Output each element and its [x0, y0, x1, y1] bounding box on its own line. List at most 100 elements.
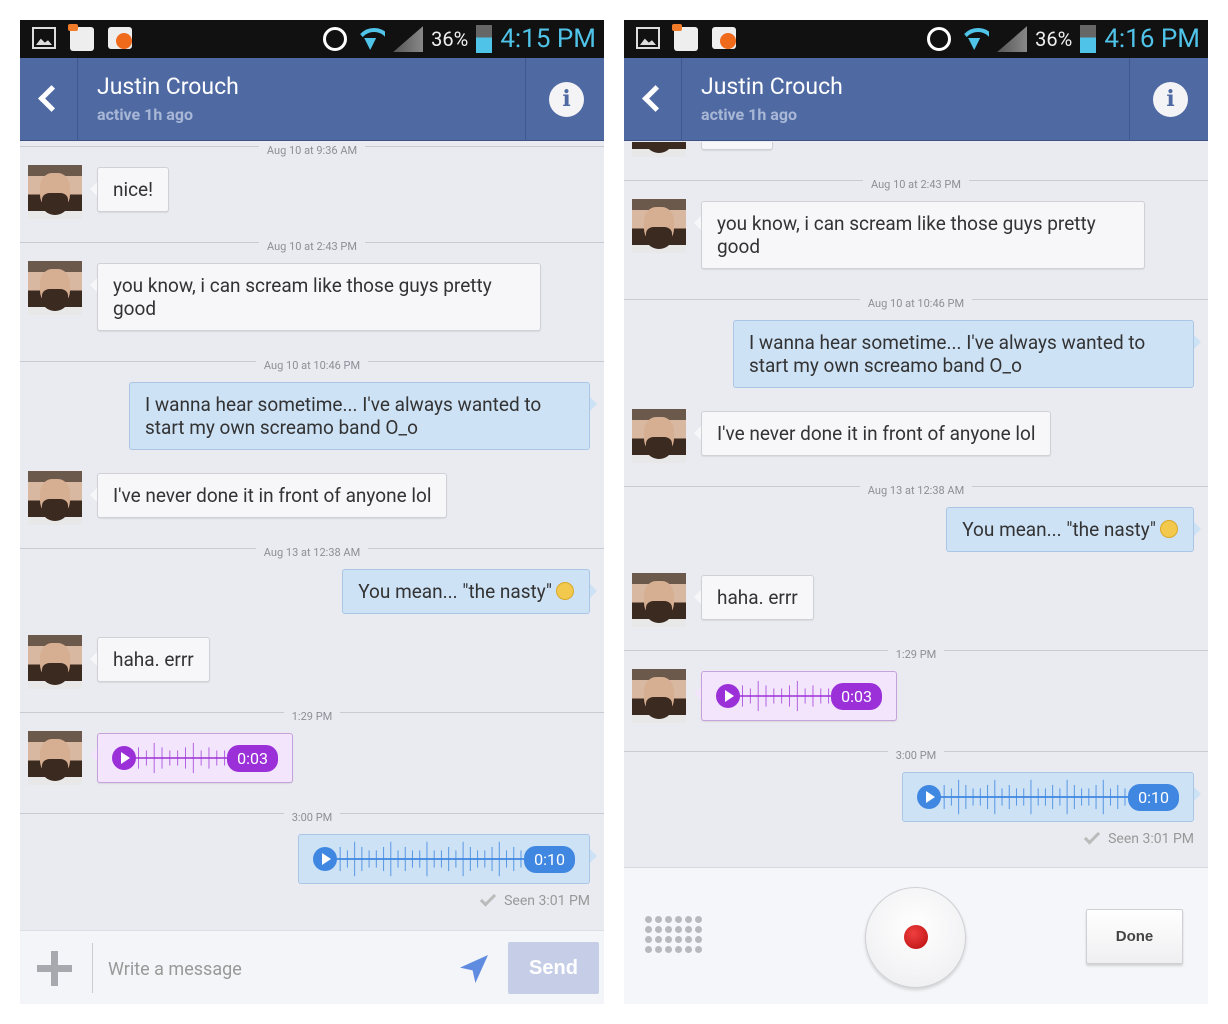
timestamp-divider: Aug 13 at 12:38 AM [20, 541, 604, 559]
seen-text: Seen 3:01 PM [504, 893, 590, 909]
message-text: You mean... "the nasty" [962, 518, 1156, 541]
dot [655, 916, 662, 923]
received-message: nice! [20, 165, 604, 219]
phone-screen-right: 36% 4:16 PM Justin Crouch active 1h ago … [624, 20, 1208, 1004]
message-text: haha. errr [113, 648, 194, 671]
back-button[interactable] [20, 58, 78, 141]
timestamp: 3:00 PM [283, 811, 341, 824]
play-icon[interactable] [112, 746, 136, 770]
wifi-icon [959, 28, 989, 50]
received-message: 0:03 [624, 669, 1208, 723]
message-text: I've never done it in front of anyone lo… [717, 422, 1036, 445]
battery-percent: 36% [431, 27, 469, 51]
voice-duration: 0:10 [524, 845, 575, 873]
message-text: I've never done it in front of anyone lo… [113, 484, 432, 507]
dot [675, 926, 682, 933]
alarm-icon [927, 27, 952, 51]
message-notification-icon [712, 27, 736, 49]
app-notification-icon [68, 24, 94, 51]
play-icon[interactable] [917, 785, 941, 809]
dot [695, 936, 702, 943]
dot [655, 946, 662, 953]
received-message: haha. errr [624, 573, 1208, 627]
timestamp: Aug 10 at 9:36 AM [258, 144, 366, 157]
dot [655, 926, 662, 933]
message-bubble: nice! [701, 142, 774, 150]
timestamp-divider: 1:29 PM [624, 643, 1208, 661]
dot [675, 946, 682, 953]
message-text: I wanna hear sometime... I've always wan… [749, 331, 1146, 377]
message-input[interactable] [106, 949, 446, 989]
send-button[interactable]: Send [508, 942, 599, 994]
voice-message[interactable]: 0:03 [90, 733, 293, 783]
message-bubble: I've never done it in front of anyone lo… [89, 473, 448, 518]
message-bubble: haha. errr [694, 575, 814, 620]
message-text: I wanna hear sometime... I've always wan… [145, 393, 542, 439]
voice-duration: 0:03 [227, 744, 278, 772]
seen-receipt: Seen 3:01 PM [20, 890, 604, 909]
voice-duration: 0:03 [831, 682, 882, 710]
message-list[interactable]: Aug 10 at 9:36 AM nice! Aug 10 at 2:43 PM y… [20, 142, 604, 930]
play-icon[interactable] [313, 847, 337, 871]
timestamp: 1:29 PM [887, 648, 945, 661]
avatar[interactable] [28, 261, 82, 315]
dot [645, 946, 652, 953]
dot [655, 936, 662, 943]
info-button[interactable]: i [1129, 58, 1208, 141]
status-time: 4:15 PM [500, 24, 596, 54]
avatar[interactable] [28, 471, 82, 525]
app-notification-icon [672, 24, 698, 51]
location-icon[interactable] [460, 955, 488, 983]
wifi-icon [355, 28, 385, 50]
dot [645, 936, 652, 943]
sent-message: You mean... "the nasty" [20, 569, 604, 614]
seen-text: Seen 3:01 PM [1108, 831, 1194, 847]
message-bubble: nice! [89, 167, 170, 212]
sent-message: I wanna hear sometime... I've always wan… [624, 320, 1208, 388]
weary-face-icon [556, 582, 574, 600]
received-message: I've never done it in front of anyone lo… [624, 409, 1208, 463]
status-time: 4:16 PM [1104, 24, 1200, 54]
check-icon [479, 890, 497, 907]
dot [675, 916, 682, 923]
received-message: nice! [624, 142, 1208, 157]
message-bubble: I've never done it in front of anyone lo… [693, 411, 1052, 456]
message-notification-icon [108, 27, 132, 49]
dot [665, 916, 672, 923]
add-attachment-button[interactable] [37, 951, 72, 986]
message-bubble: I wanna hear sometime... I've always wan… [733, 320, 1201, 388]
received-message: haha. errr [20, 635, 604, 689]
timestamp-divider: Aug 13 at 12:38 AM [624, 479, 1208, 497]
back-button[interactable] [624, 58, 682, 141]
avatar[interactable] [632, 573, 686, 627]
message-list[interactable]: Aug 10 at 9:36 AMnice!Aug 10 at 2:43 PMy… [624, 142, 1208, 867]
avatar[interactable] [28, 165, 82, 219]
avatar[interactable] [28, 635, 82, 689]
message-text: haha. errr [717, 586, 798, 609]
battery-icon [476, 25, 493, 53]
voice-message[interactable]: 0:10 [902, 772, 1201, 822]
avatar[interactable] [632, 409, 686, 463]
received-message: I've never done it in front of anyone lo… [20, 471, 604, 525]
avatar[interactable] [632, 669, 686, 723]
voice-message[interactable]: 0:03 [694, 671, 897, 721]
avatar[interactable] [28, 731, 82, 785]
message-bubble: I wanna hear sometime... I've always wan… [129, 382, 597, 450]
timestamp: Aug 10 at 2:43 PM [259, 240, 365, 253]
sent-message: 0:10 [624, 772, 1208, 822]
timestamp: Aug 10 at 2:43 PM [863, 178, 969, 191]
received-message: 0:03 [20, 731, 604, 785]
avatar[interactable] [632, 199, 686, 253]
received-message: you know, i can scream like those guys p… [20, 261, 604, 331]
contact-status: active 1h ago [701, 105, 798, 124]
voice-message[interactable]: 0:10 [298, 834, 597, 884]
dot [665, 946, 672, 953]
dot [645, 926, 652, 933]
keyboard-toggle-icon[interactable] [645, 916, 702, 953]
done-button[interactable]: Done [1086, 909, 1183, 964]
record-button[interactable] [865, 887, 966, 988]
info-button[interactable]: i [525, 58, 604, 141]
timestamp-divider: 3:00 PM [624, 744, 1208, 762]
play-icon[interactable] [716, 684, 740, 708]
avatar[interactable] [632, 142, 686, 157]
